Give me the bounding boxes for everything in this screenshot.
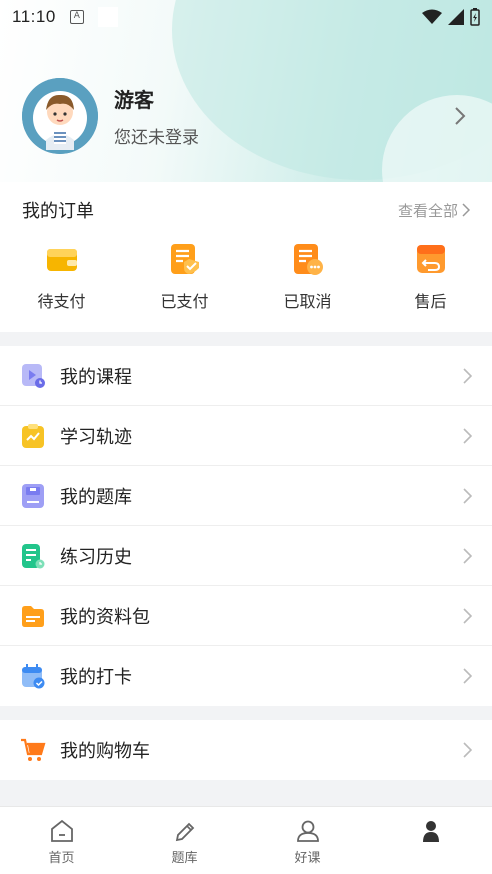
menu-item-label: 我的打卡: [60, 667, 132, 688]
status-bar: 11:10 A: [0, 0, 492, 34]
chevron-right-icon: [463, 668, 472, 684]
chevron-right-icon: [463, 367, 472, 384]
tab-mine[interactable]: [369, 807, 492, 874]
chevron-right-icon: [463, 742, 472, 758]
menu-item-label: 我的购物车: [60, 741, 150, 762]
menu-item-label: 学习轨迹: [60, 426, 132, 448]
cart-icon: [20, 737, 46, 763]
person-icon: [422, 821, 439, 842]
menu-list-secondary: 我的购物车: [0, 720, 492, 780]
menu-list: 我的课程 学习轨迹 我的题库 练习历史 我的资料包 我的打卡: [0, 346, 492, 706]
menu-item-my-courses[interactable]: 我的课程: [0, 346, 492, 406]
orders-card: 我的订单 查看全部 待支付 已支付 已取消 售后: [0, 182, 492, 332]
notification-icon: A: [69, 10, 84, 24]
paid-doc-icon: [170, 244, 199, 274]
bottom-tab-bar: 首页 题库 好课: [0, 806, 492, 874]
orders-title: 我的订单: [22, 201, 94, 222]
practice-history-icon: [20, 543, 46, 569]
menu-item-label: 我的资料包: [60, 606, 150, 628]
cancel-doc-icon: [293, 244, 323, 275]
menu-item-label: 我的题库: [60, 486, 132, 508]
folder-icon: [20, 603, 46, 629]
tab-label: 题库: [171, 851, 198, 866]
user-icon: [296, 820, 319, 842]
profile-arrow[interactable]: [454, 106, 466, 130]
tab-good-courses[interactable]: 好课: [246, 807, 369, 874]
menu-item-shopping-cart[interactable]: 我的购物车: [0, 720, 492, 780]
return-box-icon: [416, 245, 445, 273]
menu-item-practice-history[interactable]: 练习历史: [0, 526, 492, 586]
cartoon-avatar-icon: [22, 78, 98, 154]
menu-item-label: 我的课程: [60, 366, 132, 388]
menu-item-my-checkin[interactable]: 我的打卡: [0, 646, 492, 706]
chevron-right-icon: [463, 607, 472, 624]
order-item-label: 待支付: [37, 292, 86, 311]
battery-icon: [470, 8, 480, 26]
view-all-orders-link[interactable]: 查看全部: [398, 200, 470, 221]
menu-item-learning-track[interactable]: 学习轨迹: [0, 406, 492, 466]
order-after-sales[interactable]: 售后: [369, 238, 492, 332]
profile-header[interactable]: 游客 您还未登录: [22, 78, 199, 154]
home-icon: [50, 819, 73, 842]
signal-icon: [448, 9, 464, 25]
status-time: 11:10: [12, 7, 56, 26]
profile-name: 游客: [114, 88, 154, 112]
trend-clipboard-icon: [20, 423, 46, 449]
chevron-right-icon: [463, 547, 472, 564]
order-paid[interactable]: 已支付: [123, 238, 246, 332]
menu-item-my-question-bank[interactable]: 我的题库: [0, 466, 492, 526]
chevron-right-icon: [463, 487, 472, 504]
calendar-check-icon: [20, 663, 46, 689]
view-all-label: 查看全部: [397, 201, 458, 220]
chevron-right-icon: [455, 107, 466, 125]
chevron-right-icon: [463, 427, 472, 444]
tab-question-bank[interactable]: 题库: [123, 807, 246, 874]
pencil-icon: [175, 822, 194, 842]
tab-home[interactable]: 首页: [0, 807, 123, 874]
profile-login-hint: 您还未登录: [114, 128, 199, 148]
app-notification-icon: [97, 7, 118, 27]
order-pending-payment[interactable]: 待支付: [0, 238, 123, 332]
order-item-label: 售后: [414, 292, 447, 311]
wallet-icon: [46, 249, 77, 271]
question-bank-icon: [20, 483, 46, 509]
order-cancelled[interactable]: 已取消: [246, 238, 369, 332]
course-play-icon: [20, 363, 46, 389]
tab-label: 好课: [294, 851, 321, 866]
wifi-icon: [422, 9, 442, 24]
menu-item-my-materials[interactable]: 我的资料包: [0, 586, 492, 646]
menu-item-label: 练习历史: [60, 546, 132, 568]
chevron-right-icon: [462, 203, 470, 217]
order-item-label: 已取消: [283, 292, 332, 311]
avatar[interactable]: [22, 78, 98, 154]
order-item-label: 已支付: [160, 292, 209, 311]
tab-label: 首页: [48, 851, 75, 866]
